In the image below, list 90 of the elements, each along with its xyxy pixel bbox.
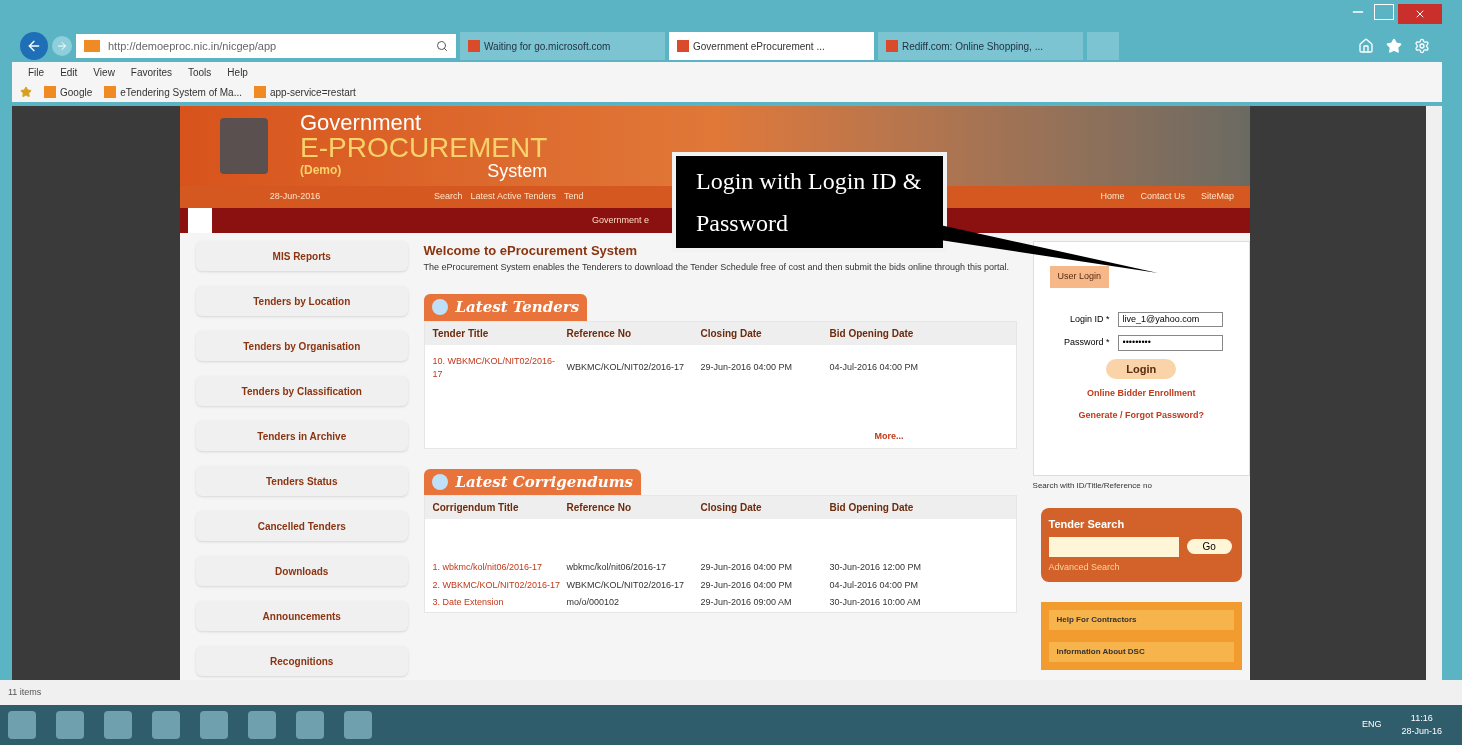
table-cell-text: 30-Jun-2016 10:00 AM <box>829 596 922 609</box>
sidebar-button[interactable]: Tenders Status <box>196 466 408 496</box>
table-cell-text: 30-Jun-2016 12:00 PM <box>829 561 923 574</box>
input-field[interactable]: live_1@yahoo.com <box>1117 311 1223 327</box>
tender-link[interactable]: 1. wbkmc/kol/nit06/2016-17 <box>432 561 563 575</box>
column-header: Closing Date <box>700 326 763 341</box>
clock-time: 11:16 <box>1410 711 1433 725</box>
login-link[interactable]: Online Bidder Enrollment <box>1087 387 1196 401</box>
table-cell-text: wbkmc/kol/nit06/2016-17 <box>566 561 668 574</box>
home-icon[interactable] <box>1358 38 1374 54</box>
table-cell-text: 04-Jul-2016 04:00 PM <box>829 578 920 592</box>
nav-link[interactable]: Contact Us <box>1140 190 1185 204</box>
sidebar-button[interactable]: Tenders by Classification <box>196 376 408 406</box>
sidebar-button[interactable]: Downloads <box>196 556 408 586</box>
column-header: Closing Date <box>700 501 763 515</box>
password-field[interactable]: ••••••••• <box>1117 335 1223 351</box>
clock-date: 28-Jun-16 <box>1401 725 1442 738</box>
table-cell-text: WBKMC/KOL/NIT02/2016-17 <box>566 361 686 375</box>
login-button[interactable]: Login <box>1106 358 1177 379</box>
menu-item[interactable]: Favorites <box>130 64 172 80</box>
browser-tab[interactable]: Waiting for go.microsoft.com <box>460 32 665 60</box>
sidebar-button[interactable]: MIS Reports <box>196 241 408 271</box>
table-cell-text: 04-Jul-2016 04:00 PM <box>829 361 920 375</box>
table-cell-text: WBKMC/KOL/NIT02/2016-17 <box>566 578 686 592</box>
date-label: 28-Jun-2016 <box>268 190 322 204</box>
help-panel[interactable]: Help For Contractors <box>1048 610 1234 630</box>
address-bar[interactable]: http://demoeproc.nic.in/nicgep/app <box>76 34 456 58</box>
welcome-title: Welcome to eProcurement System <box>423 242 639 260</box>
welcome-text: The eProcurement System enables the Tenderers to download the Tender Schedule free of cost and then submit the bids online through this portal. <box>423 260 1011 274</box>
field-label: Login ID * <box>1069 312 1110 326</box>
column-header: Tender Title <box>432 326 490 341</box>
tender-link[interactable]: 2. WBKMC/KOL/NIT02/2016-17 <box>432 578 563 592</box>
ticker-text: Government e <box>592 213 650 227</box>
table-cell-text: 29-Jun-2016 09:00 AM <box>700 596 793 609</box>
help-panel[interactable]: Information About DSC <box>1048 642 1234 662</box>
sidebar-button[interactable]: Announcements <box>196 601 408 631</box>
close-icon <box>1414 8 1426 20</box>
menu-item[interactable]: Edit <box>60 64 78 80</box>
browser-tab[interactable]: Rediff.com: Online Shopping, ... <box>878 32 1083 60</box>
favorites-link[interactable]: app-service=restart <box>254 84 356 100</box>
more-link[interactable]: More... <box>874 430 904 444</box>
table-cell-text: 29-Jun-2016 04:00 PM <box>700 578 794 592</box>
search-field[interactable] <box>1048 536 1179 557</box>
favorites-link[interactable]: Google <box>44 84 93 100</box>
column-header: Reference No <box>566 326 632 341</box>
language-indicator: ENG <box>1361 718 1382 732</box>
sidebar-button[interactable]: Tenders in Archive <box>196 421 408 451</box>
section-header: Latest Corrigendums <box>423 468 641 495</box>
forward-icon <box>56 40 68 52</box>
demo-label: (Demo) <box>300 162 342 179</box>
browser-tab[interactable]: Government eProcurement ... <box>669 32 874 60</box>
back-icon <box>26 38 42 54</box>
settings-icon[interactable] <box>1414 38 1430 54</box>
menu-item[interactable]: Help <box>227 64 248 80</box>
forward-button[interactable] <box>52 36 72 56</box>
new-tab-button[interactable] <box>1087 32 1119 60</box>
maximize-icon[interactable] <box>1374 4 1394 20</box>
menu-item[interactable]: View <box>93 64 115 80</box>
star-icon[interactable] <box>1386 38 1402 54</box>
login-tab[interactable]: User Login <box>1049 266 1110 288</box>
table-cell-text: 29-Jun-2016 04:00 PM <box>700 361 794 375</box>
menu-item[interactable]: File <box>28 64 45 80</box>
table-cell-text: mo/o/000102 <box>566 596 621 609</box>
tender-link[interactable]: 10. WBKMC/KOL/NIT02/2016-17 <box>432 354 563 382</box>
column-header: Bid Opening Date <box>829 326 915 341</box>
panel-title: Tender Search <box>1048 517 1126 532</box>
column-header: Bid Opening Date <box>829 501 915 515</box>
favorites-icon <box>20 86 32 98</box>
column-header: Corrigendum Title <box>432 501 520 515</box>
site-title: System <box>487 162 548 180</box>
column-header: Reference No <box>566 501 632 515</box>
search-hint: Search with ID/Title/Reference no <box>1032 480 1153 492</box>
close-button[interactable] <box>1398 4 1442 24</box>
site-title: Government <box>300 112 423 134</box>
menu-item[interactable]: Tools <box>188 64 212 80</box>
back-button[interactable] <box>20 32 48 60</box>
field-label: Password * <box>1063 336 1110 349</box>
status-text: 11 items <box>8 685 42 699</box>
login-link[interactable]: Generate / Forgot Password? <box>1078 408 1205 422</box>
section-header: Latest Tenders <box>423 294 588 321</box>
tender-link[interactable]: 3. Date Extension <box>432 596 563 610</box>
site-title: E-PROCUREMENT <box>300 134 548 162</box>
favorites-link[interactable]: eTendering System of Ma... <box>104 84 242 100</box>
go-button[interactable]: Go <box>1186 539 1232 554</box>
sidebar-button[interactable]: Tenders by Location <box>196 286 408 316</box>
table-cell-text: 29-Jun-2016 04:00 PM <box>700 561 794 574</box>
sidebar-button[interactable]: Cancelled Tenders <box>196 511 408 541</box>
sidebar-button[interactable]: Tenders by Organisation <box>196 331 408 361</box>
search-icon <box>436 40 448 52</box>
sidebar-button[interactable]: Recognitions <box>196 646 408 676</box>
